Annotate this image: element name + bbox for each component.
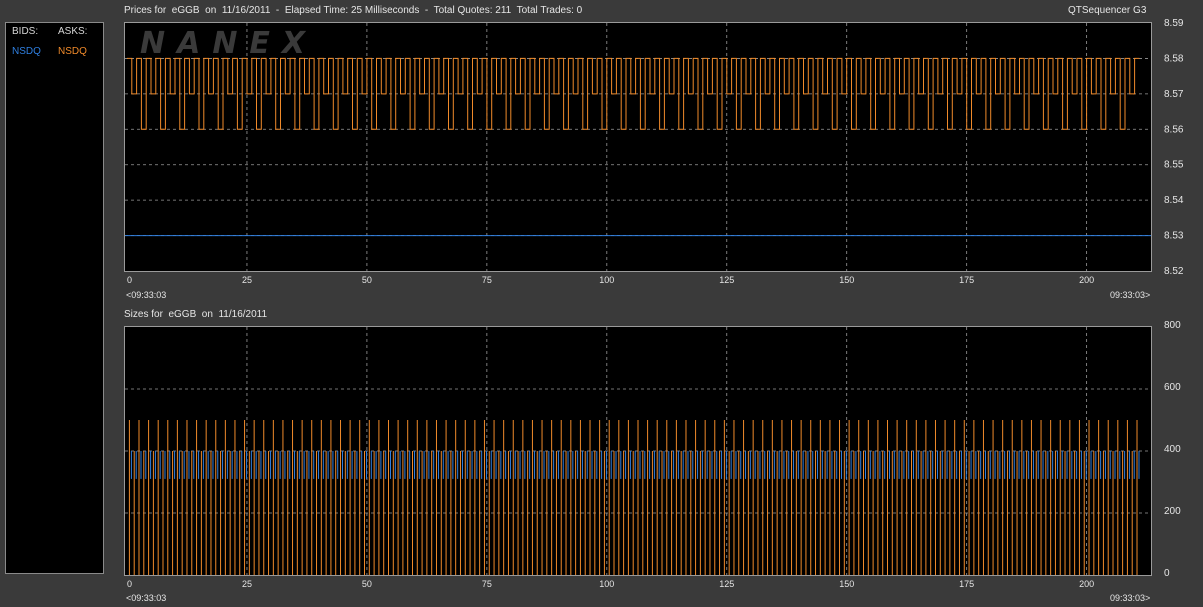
x-tick-label: 100 <box>599 579 614 589</box>
bids-label: BIDS: <box>12 26 39 37</box>
y-tick-label: 0 <box>1164 568 1170 579</box>
sizes-x-axis: 0 25 50 75 100 125 150 175 200 <box>127 579 1094 589</box>
x-tick-label: 175 <box>959 579 974 589</box>
y-tick-label: 8.59 <box>1164 18 1184 29</box>
x-tick-label: 125 <box>719 579 734 589</box>
x-tick-label: 75 <box>482 579 492 589</box>
x-tick-label: 150 <box>839 275 854 285</box>
y-tick-label: 600 <box>1164 382 1181 393</box>
y-tick-label: 8.58 <box>1164 53 1184 64</box>
prices-title: Prices for eGGB on 11/16/2011 - Elapsed … <box>124 5 583 16</box>
price-time-end: 09:33:03> <box>1110 290 1151 300</box>
x-tick-label: 200 <box>1079 275 1094 285</box>
y-tick-label: 8.55 <box>1164 160 1184 171</box>
nanex-watermark: NANEX <box>140 26 318 61</box>
y-tick-label: 8.54 <box>1164 195 1184 206</box>
prices-x-axis: 0 25 50 75 100 125 150 175 200 <box>127 275 1094 285</box>
x-tick-label: 0 <box>127 275 132 285</box>
size-time-start: <09:33:03 <box>126 593 167 603</box>
ask-exchange: NSDQ <box>58 46 87 57</box>
y-tick-label: 8.56 <box>1164 124 1184 135</box>
x-tick-label: 25 <box>242 275 252 285</box>
x-tick-label: 0 <box>127 579 132 589</box>
x-tick-label: 125 <box>719 275 734 285</box>
app-name: QTSequencer G3 <box>1068 5 1147 16</box>
sizes-title: Sizes for eGGB on 11/16/2011 <box>124 309 268 320</box>
y-tick-label: 8.57 <box>1164 89 1184 100</box>
price-time-start: <09:33:03 <box>126 290 167 300</box>
ask-price-line <box>127 57 1140 130</box>
sizes-chart <box>125 327 1151 575</box>
x-tick-label: 200 <box>1079 579 1094 589</box>
y-tick-label: 8.52 <box>1164 266 1184 277</box>
prices-y-axis: 8.52 8.53 8.54 8.55 8.56 8.57 8.58 8.59 <box>1164 18 1184 277</box>
x-tick-label: 50 <box>362 579 372 589</box>
legend-panel: BIDS: ASKS: NSDQ NSDQ <box>5 22 104 574</box>
y-tick-label: 400 <box>1164 444 1181 455</box>
x-tick-label: 100 <box>599 275 614 285</box>
x-tick-label: 150 <box>839 579 854 589</box>
sizes-y-axis: 0 200 400 600 800 <box>1164 320 1181 579</box>
bid-exchange: NSDQ <box>12 46 41 57</box>
x-tick-label: 50 <box>362 275 372 285</box>
size-time-end: 09:33:03> <box>1110 593 1151 603</box>
y-tick-label: 800 <box>1164 320 1181 331</box>
x-tick-label: 75 <box>482 275 492 285</box>
x-tick-label: 25 <box>242 579 252 589</box>
y-tick-label: 8.53 <box>1164 231 1184 242</box>
sizes-plot <box>124 326 1152 576</box>
x-tick-label: 175 <box>959 275 974 285</box>
asks-label: ASKS: <box>58 26 88 37</box>
y-tick-label: 200 <box>1164 506 1181 517</box>
